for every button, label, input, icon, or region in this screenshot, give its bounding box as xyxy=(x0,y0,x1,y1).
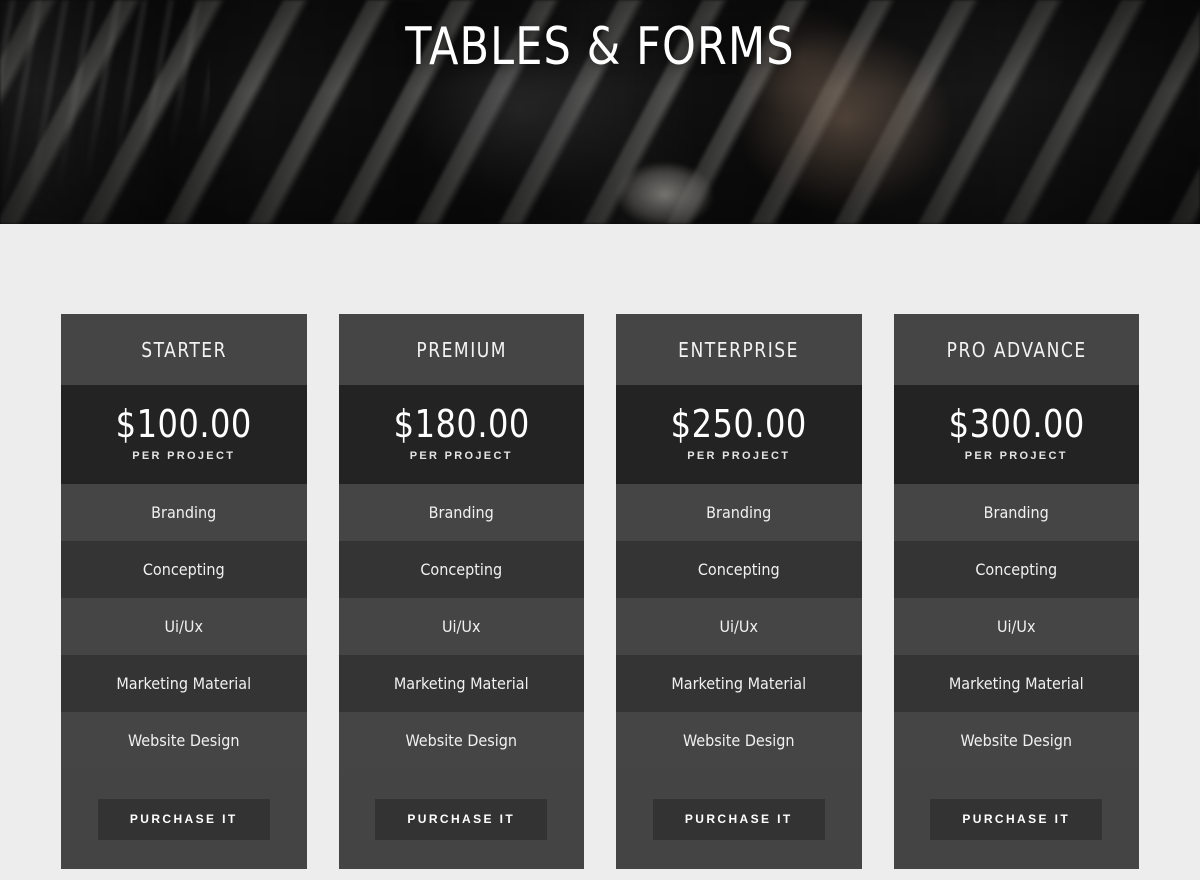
plan-feature-list: Branding Concepting Ui/Ux Marketing Materia… xyxy=(893,484,1139,769)
plan-price: $300.00 xyxy=(948,402,1085,446)
page-title: TABLES & FORMS xyxy=(405,17,795,77)
plan-feature-item: Concepting xyxy=(616,541,862,598)
plan-price: $250.00 xyxy=(670,402,807,446)
plan-feature-item: Website Design xyxy=(61,712,307,769)
plan-price: $180.00 xyxy=(393,402,530,446)
pricing-plan-card-starter[interactable]: STARTER $100.00 PER PROJECT Branding Conc… xyxy=(61,314,307,869)
plan-feature-item: Marketing Material xyxy=(893,655,1139,712)
plan-feature-list: Branding Concepting Ui/Ux Marketing Materia… xyxy=(61,484,307,769)
plan-feature-item: Website Design xyxy=(616,712,862,769)
plan-feature-item: Branding xyxy=(616,484,862,541)
purchase-button[interactable]: PURCHASE IT xyxy=(652,798,825,840)
plan-period-label: PER PROJECT xyxy=(964,450,1068,462)
plan-feature-item: Ui/Ux xyxy=(338,598,584,655)
plan-price: $100.00 xyxy=(115,402,252,446)
plan-feature-item: Website Design xyxy=(893,712,1139,769)
plan-name: PRO ADVANCE xyxy=(946,337,1087,362)
plan-feature-item: Marketing Material xyxy=(338,655,584,712)
plan-feature-item: Branding xyxy=(893,484,1139,541)
plan-name: STARTER xyxy=(140,337,227,362)
plan-feature-item: Ui/Ux xyxy=(61,598,307,655)
plan-footer: PURCHASE IT xyxy=(339,769,585,869)
plan-feature-item: Concepting xyxy=(61,541,307,598)
plan-period-label: PER PROJECT xyxy=(687,450,791,462)
plan-feature-item: Concepting xyxy=(338,541,584,598)
plan-period-label: PER PROJECT xyxy=(409,450,513,462)
plan-feature-list: Branding Concepting Ui/Ux Marketing Materia… xyxy=(338,484,584,769)
plan-name: ENTERPRISE xyxy=(678,337,800,362)
plan-price-block: $180.00 PER PROJECT xyxy=(338,385,584,484)
plan-footer: PURCHASE IT xyxy=(616,769,862,869)
pricing-plan-card-pro-advance[interactable]: PRO ADVANCE $300.00 PER PROJECT Branding… xyxy=(893,314,1140,869)
plan-price-block: $100.00 PER PROJECT xyxy=(61,385,307,484)
purchase-button[interactable]: PURCHASE IT xyxy=(97,798,270,840)
plan-header: STARTER xyxy=(61,314,307,385)
plan-feature-item: Ui/Ux xyxy=(616,598,862,655)
purchase-button[interactable]: PURCHASE IT xyxy=(375,798,548,840)
plan-period-label: PER PROJECT xyxy=(132,450,236,462)
plan-price-block: $300.00 PER PROJECT xyxy=(893,385,1139,484)
plan-name: PREMIUM xyxy=(415,337,507,362)
plan-feature-item: Marketing Material xyxy=(61,655,307,712)
pricing-section: STARTER $100.00 PER PROJECT Branding Conc… xyxy=(0,224,1200,869)
plan-feature-item: Concepting xyxy=(893,541,1139,598)
plan-feature-item: Branding xyxy=(338,484,584,541)
plan-header: ENTERPRISE xyxy=(616,314,862,385)
plan-feature-item: Website Design xyxy=(338,712,584,769)
purchase-button[interactable]: PURCHASE IT xyxy=(930,798,1103,840)
plan-footer: PURCHASE IT xyxy=(894,769,1140,869)
hero-banner: TABLES & FORMS xyxy=(0,0,1200,224)
plan-header: PRO ADVANCE xyxy=(893,314,1139,385)
plan-feature-item: Marketing Material xyxy=(616,655,862,712)
plan-footer: PURCHASE IT xyxy=(61,769,307,869)
pricing-table-row: STARTER $100.00 PER PROJECT Branding Conc… xyxy=(61,314,1139,869)
pricing-plan-card-premium[interactable]: PREMIUM $180.00 PER PROJECT Branding Conc… xyxy=(338,314,585,869)
plan-feature-item: Branding xyxy=(61,484,307,541)
pricing-plan-card-enterprise[interactable]: ENTERPRISE $250.00 PER PROJECT Branding C… xyxy=(616,314,862,869)
plan-price-block: $250.00 PER PROJECT xyxy=(616,385,862,484)
plan-header: PREMIUM xyxy=(338,314,584,385)
plan-feature-list: Branding Concepting Ui/Ux Marketing Materia… xyxy=(616,484,862,769)
plan-feature-item: Ui/Ux xyxy=(893,598,1139,655)
